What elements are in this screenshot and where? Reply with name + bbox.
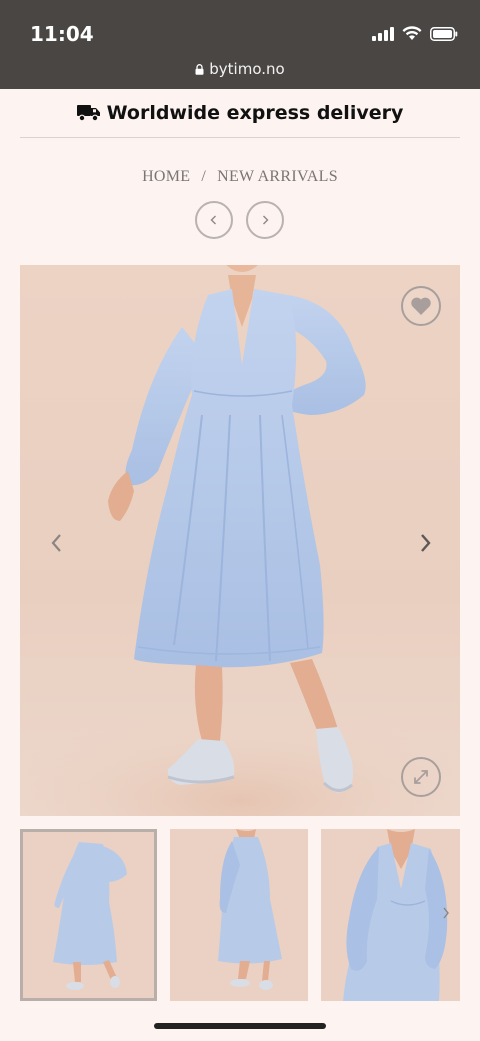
signal-icon	[372, 26, 394, 41]
expand-icon	[414, 770, 428, 784]
delivery-banner: Worldwide express delivery	[0, 89, 480, 137]
thumbnail-photo	[343, 829, 448, 1001]
status-time: 11:04	[30, 22, 94, 46]
heart-icon	[411, 297, 431, 315]
thumbnail-2[interactable]	[170, 829, 308, 1001]
chevron-left-icon	[210, 215, 216, 225]
home-indicator[interactable]	[154, 1023, 326, 1029]
favorite-button[interactable]	[401, 286, 441, 326]
breadcrumb: HOME / NEW ARRIVALS	[0, 168, 480, 186]
chevron-left-icon	[51, 534, 61, 552]
zoom-button[interactable]	[401, 757, 441, 797]
thumbnail-1[interactable]	[20, 829, 157, 1001]
breadcrumb-new-arrivals[interactable]: NEW ARRIVALS	[217, 168, 338, 185]
divider	[20, 137, 460, 138]
next-product-button[interactable]	[246, 201, 284, 239]
thumbnail-3[interactable]	[321, 829, 460, 1001]
chevron-right-icon	[421, 534, 431, 552]
breadcrumb-separator: /	[201, 168, 207, 185]
battery-icon	[430, 26, 458, 41]
status-bar: 11:04 bytimo.no	[0, 0, 480, 89]
url-bar[interactable]: bytimo.no	[0, 60, 480, 78]
chevron-right-icon[interactable]	[442, 907, 450, 919]
thumbnail-photo	[53, 842, 127, 990]
delivery-text: Worldwide express delivery	[106, 102, 404, 124]
product-main-image[interactable]	[20, 265, 460, 816]
image-next-arrow[interactable]	[415, 533, 435, 553]
status-icons	[372, 26, 458, 41]
previous-product-button[interactable]	[195, 201, 233, 239]
lock-icon	[195, 64, 204, 75]
wifi-icon	[402, 26, 422, 40]
thumbnail-strip	[20, 829, 460, 1001]
product-photo	[20, 265, 460, 816]
image-prev-arrow[interactable]	[47, 533, 67, 553]
thumbnail-photo	[218, 829, 282, 990]
breadcrumb-home[interactable]: HOME	[142, 168, 190, 185]
truck-icon	[76, 105, 100, 122]
url-text: bytimo.no	[209, 60, 285, 78]
chevron-right-icon	[263, 215, 269, 225]
